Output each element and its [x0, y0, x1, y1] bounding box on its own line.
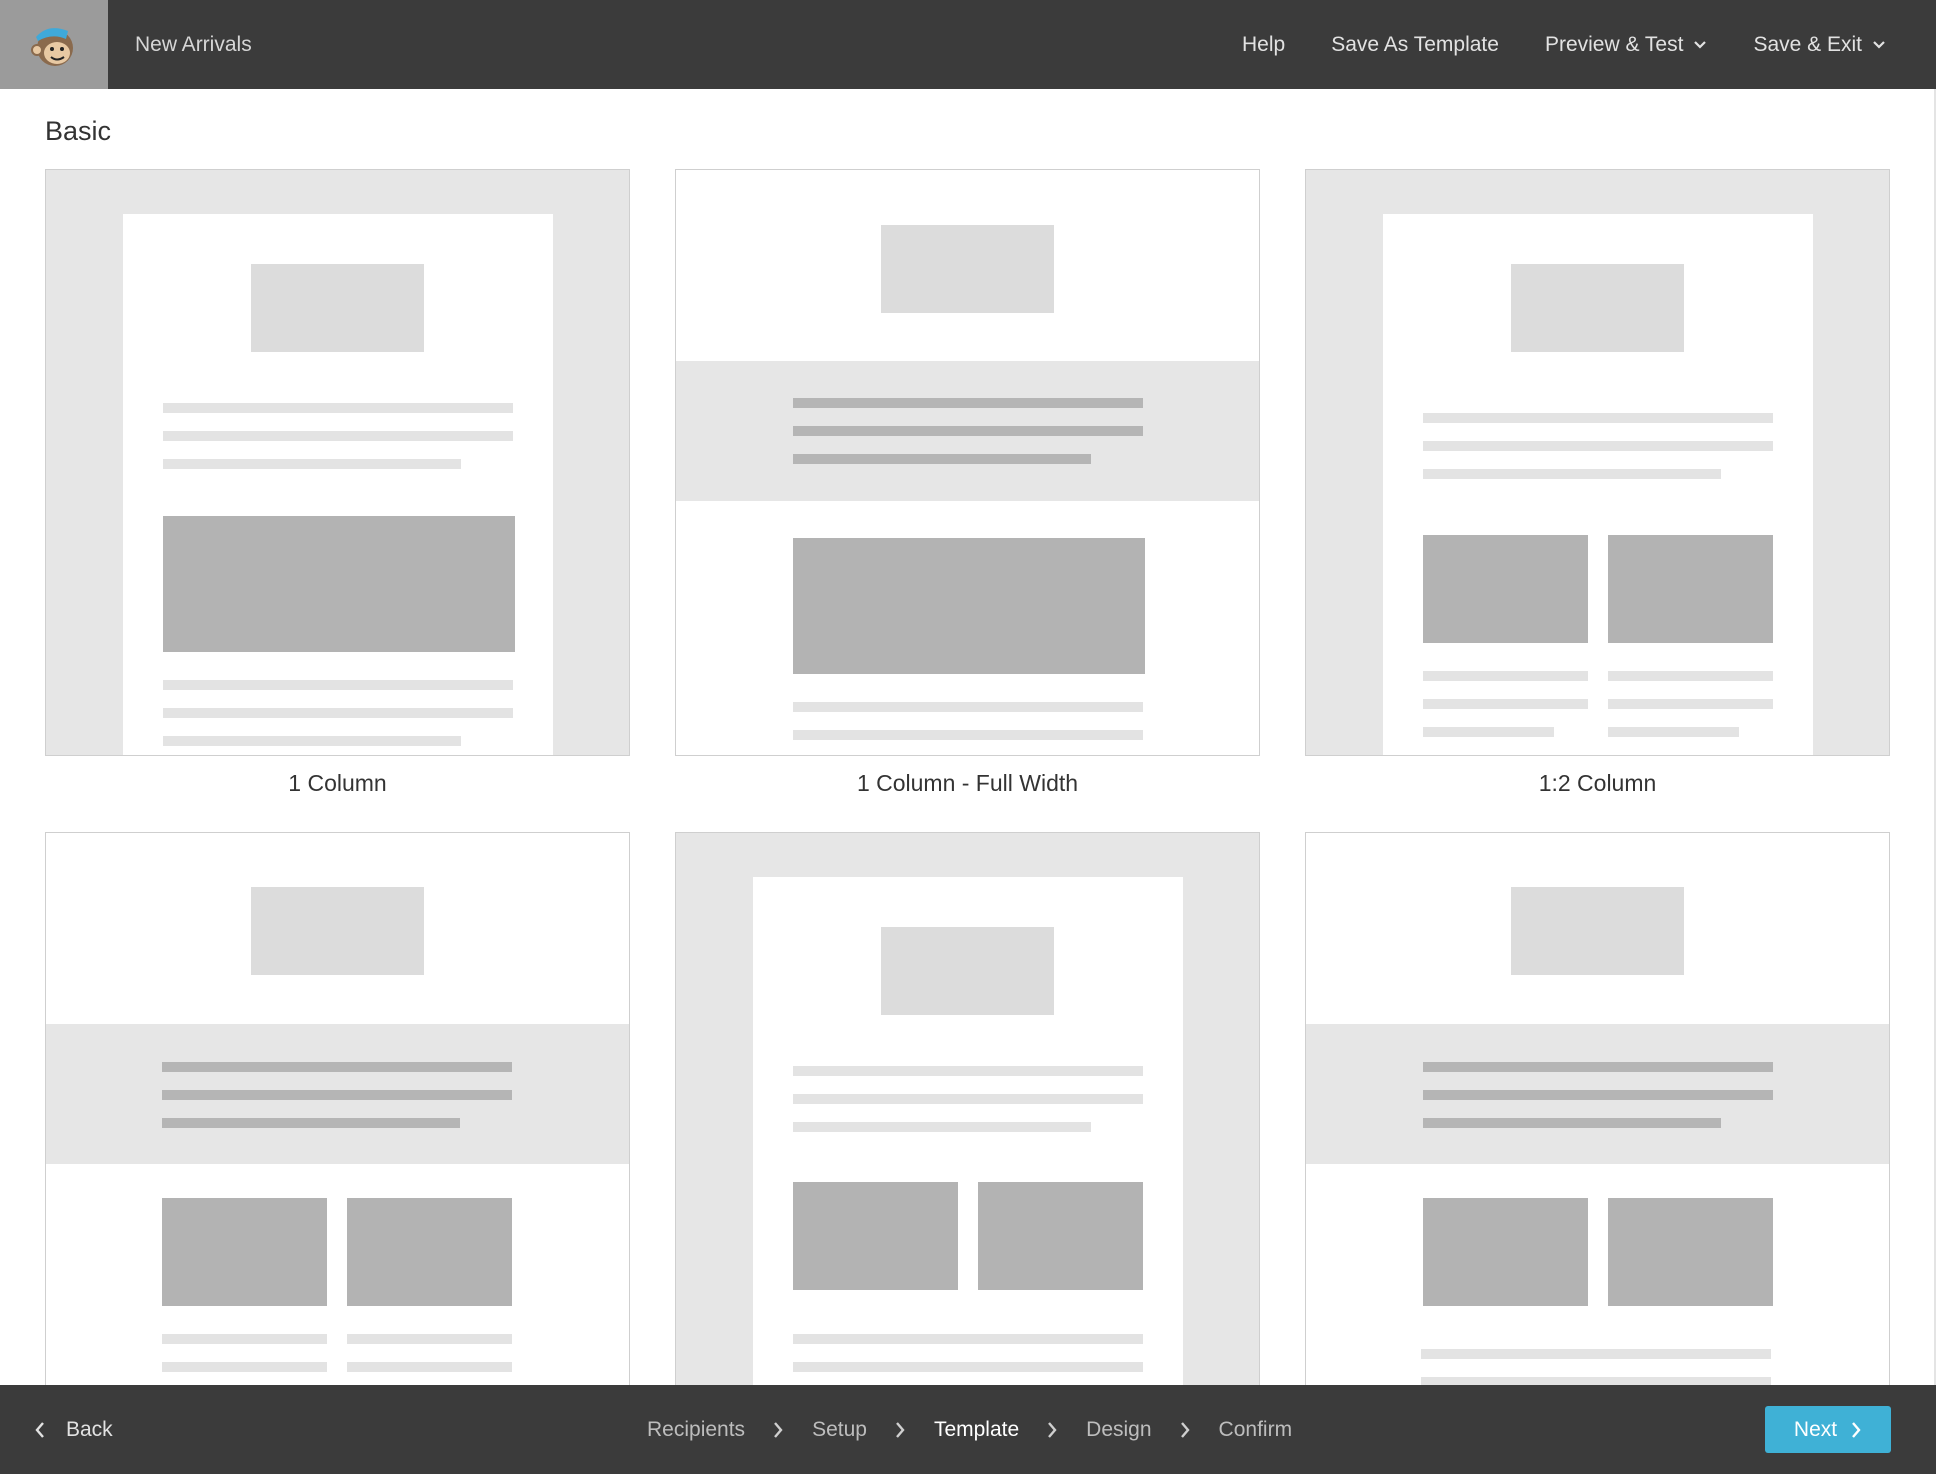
template-label: 1 Column: [288, 770, 387, 796]
text-line: [162, 1062, 512, 1072]
save-exit-dropdown[interactable]: Save & Exit: [1753, 33, 1886, 57]
text-line: [1423, 671, 1588, 681]
next-label: Next: [1793, 1417, 1838, 1441]
image-placeholder: [162, 1198, 327, 1306]
logo-placeholder: [1511, 264, 1684, 352]
preview-test-dropdown[interactable]: Preview & Test: [1545, 33, 1708, 57]
chevron-left-icon: [35, 1421, 44, 1438]
text-line: [1608, 671, 1773, 681]
text-line: [162, 1118, 460, 1128]
help-link[interactable]: Help: [1242, 33, 1285, 57]
campaign-name: New Arrivals: [135, 32, 252, 56]
text-line: [1423, 413, 1773, 423]
text-line: [1423, 727, 1554, 737]
chevron-down-icon: [1694, 40, 1707, 49]
text-line: [1608, 699, 1773, 709]
image-placeholder: [1608, 1198, 1773, 1306]
text-line: [1423, 1090, 1773, 1100]
text-line: [347, 1334, 512, 1344]
text-line: [163, 680, 513, 690]
bottom-bar: Back Recipients Setup Template Design Co…: [0, 1385, 1936, 1474]
monkey-icon: [31, 27, 73, 66]
text-line: [163, 403, 513, 413]
template-label: 1:2 Column: [1538, 770, 1657, 796]
template-card-full-width-2-column-text[interactable]: [1305, 832, 1890, 1392]
text-line: [793, 730, 1143, 740]
chevron-right-icon: [773, 1421, 784, 1439]
image-placeholder: [793, 538, 1145, 674]
text-line: [162, 1090, 512, 1100]
text-line: [1421, 1349, 1771, 1359]
text-line: [793, 1334, 1143, 1344]
section-title: Basic: [45, 116, 112, 146]
mailchimp-logo[interactable]: [0, 0, 108, 89]
chevron-right-icon: [1852, 1421, 1861, 1438]
text-line: [163, 736, 461, 746]
text-line: [163, 708, 513, 718]
top-bar: New Arrivals Help Save As Template Previ…: [0, 0, 1936, 89]
text-line: [1423, 699, 1588, 709]
text-line: [793, 454, 1091, 464]
text-line: [347, 1362, 512, 1372]
text-line: [163, 431, 513, 441]
logo-placeholder: [881, 927, 1054, 1015]
text-line: [793, 398, 1143, 408]
back-label: Back: [66, 1417, 113, 1441]
step-template[interactable]: Template: [934, 1418, 1019, 1442]
logo-placeholder: [1511, 887, 1684, 975]
preview-test-label: Preview & Test: [1544, 32, 1684, 56]
text-line: [1423, 1118, 1721, 1128]
text-line: [1423, 1062, 1773, 1072]
text-line: [793, 1362, 1143, 1372]
text-line: [162, 1362, 327, 1372]
text-line: [162, 1334, 327, 1344]
template-card-boxed-2-column[interactable]: [675, 832, 1260, 1392]
template-card-1-2-column[interactable]: [1305, 169, 1890, 756]
step-setup[interactable]: Setup: [812, 1418, 867, 1442]
save-as-template-label: Save As Template: [1331, 32, 1499, 56]
chevron-right-icon: [1047, 1421, 1058, 1439]
text-line: [793, 1094, 1143, 1104]
logo-placeholder: [251, 887, 424, 975]
template-label: 1 Column - Full Width: [856, 770, 1079, 796]
image-placeholder: [1423, 535, 1588, 643]
text-line: [793, 426, 1143, 436]
image-placeholder: [1608, 535, 1773, 643]
back-button[interactable]: Back: [34, 1385, 113, 1474]
help-label: Help: [1242, 32, 1286, 56]
text-line: [793, 1122, 1091, 1132]
logo-placeholder: [881, 225, 1054, 313]
step-confirm[interactable]: Confirm: [1219, 1418, 1293, 1442]
template-card-1-column[interactable]: [45, 169, 630, 756]
template-card-1-column-full-width[interactable]: [675, 169, 1260, 756]
image-placeholder: [978, 1182, 1143, 1290]
chevron-right-icon: [1180, 1421, 1191, 1439]
image-placeholder: [1423, 1198, 1588, 1306]
text-line: [1423, 441, 1773, 451]
logo-placeholder: [251, 264, 424, 352]
next-button[interactable]: Next: [1765, 1406, 1891, 1453]
image-placeholder: [347, 1198, 512, 1306]
text-line: [793, 702, 1143, 712]
top-nav: Help Save As Template Preview & Test Sav…: [1242, 0, 1936, 89]
chevron-right-icon: [895, 1421, 906, 1439]
template-card-full-width-2-column[interactable]: [45, 832, 630, 1392]
step-design[interactable]: Design: [1086, 1418, 1151, 1442]
text-line: [793, 1066, 1143, 1076]
chevron-down-icon: [1873, 40, 1885, 49]
save-as-template-button[interactable]: Save As Template: [1331, 33, 1499, 57]
image-placeholder: [163, 516, 515, 652]
image-placeholder: [793, 1182, 958, 1290]
step-recipients[interactable]: Recipients: [647, 1418, 745, 1442]
text-line: [1423, 469, 1721, 479]
text-line: [163, 459, 461, 469]
text-line: [1608, 727, 1739, 737]
progress-steps: Recipients Setup Template Design Confirm: [647, 1385, 1292, 1474]
save-exit-label: Save & Exit: [1753, 32, 1862, 56]
